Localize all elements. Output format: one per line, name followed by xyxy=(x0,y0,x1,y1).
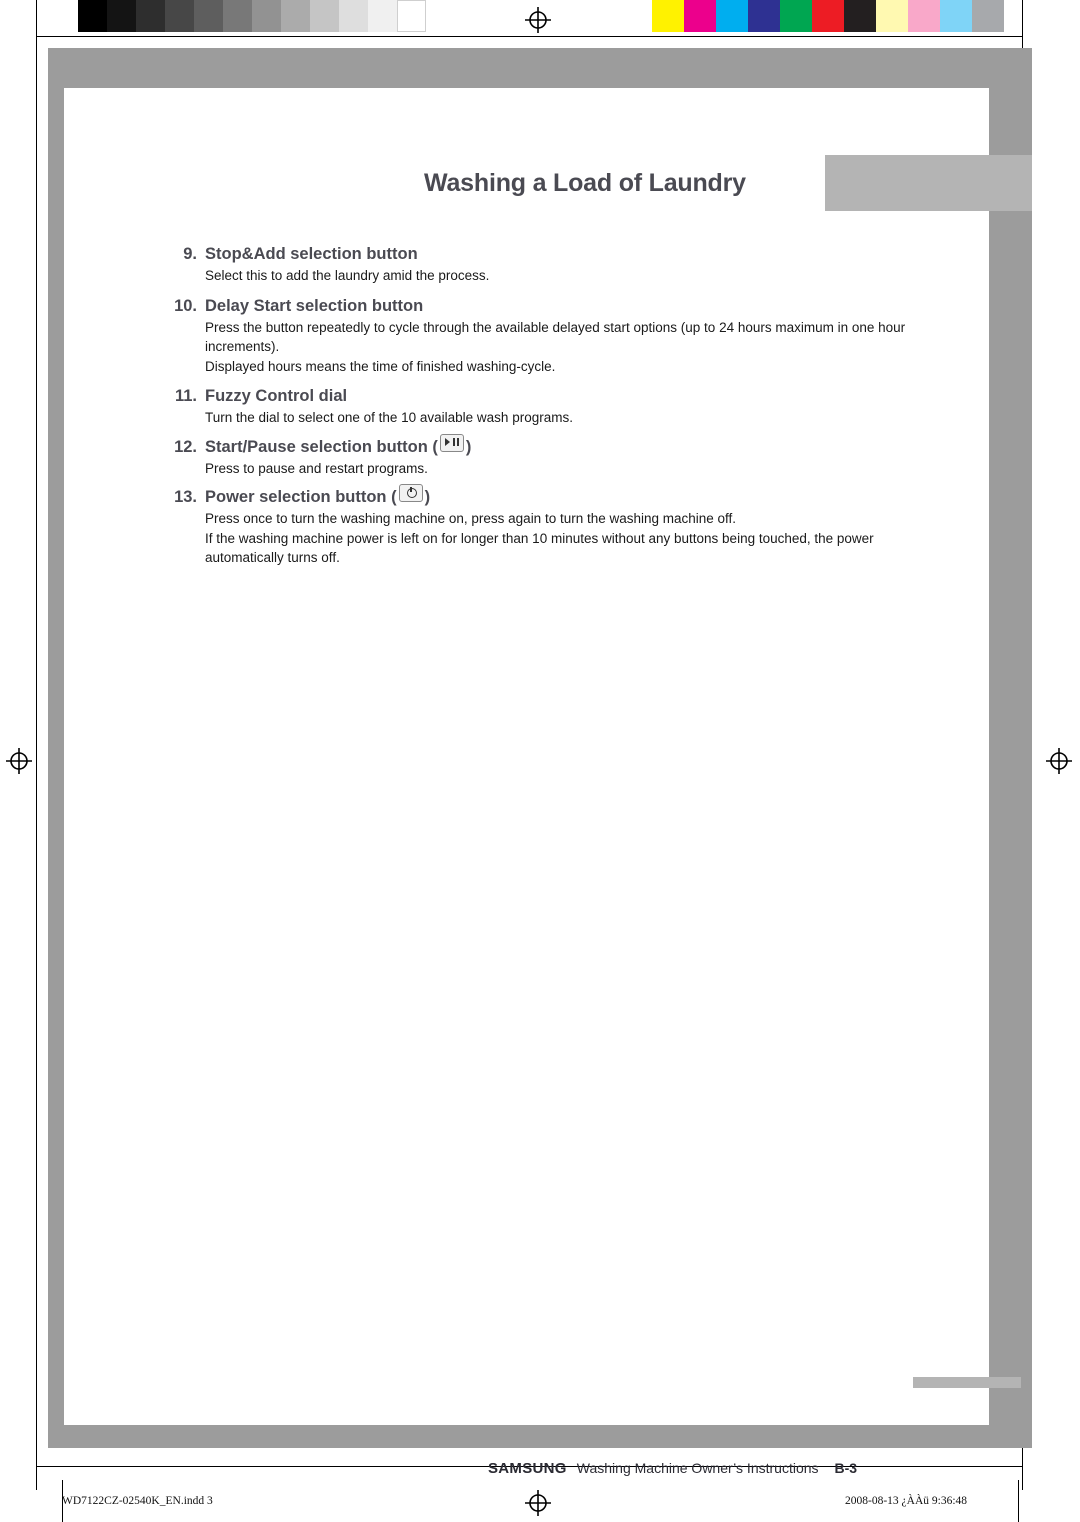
registration-mark-left xyxy=(6,748,32,774)
footer-wrap: SAMSUNG Washing Machine Owner’s Instruct… xyxy=(64,88,989,1477)
print-info-filename: WD7122CZ-02540K_EN.indd 3 xyxy=(62,1495,213,1507)
crop-line-right-inner xyxy=(1018,1480,1019,1522)
page-number: B-3 xyxy=(834,1460,858,1476)
print-info-timestamp: 2008-08-13 ¿ÀÀü 9:36:48 xyxy=(845,1495,968,1507)
registration-mark-top xyxy=(525,7,551,33)
footer-rule xyxy=(913,1377,1021,1388)
footer-text: Washing Machine Owner’s Instructions xyxy=(576,1460,819,1476)
crop-line-left xyxy=(36,0,37,1490)
registration-mark-right xyxy=(1046,748,1072,774)
registration-mark-bottom xyxy=(525,1490,551,1516)
brand-logo: SAMSUNG xyxy=(488,1460,567,1477)
crop-line-top xyxy=(36,36,1022,37)
page-footer: SAMSUNG Washing Machine Owner’s Instruct… xyxy=(64,1460,989,1477)
